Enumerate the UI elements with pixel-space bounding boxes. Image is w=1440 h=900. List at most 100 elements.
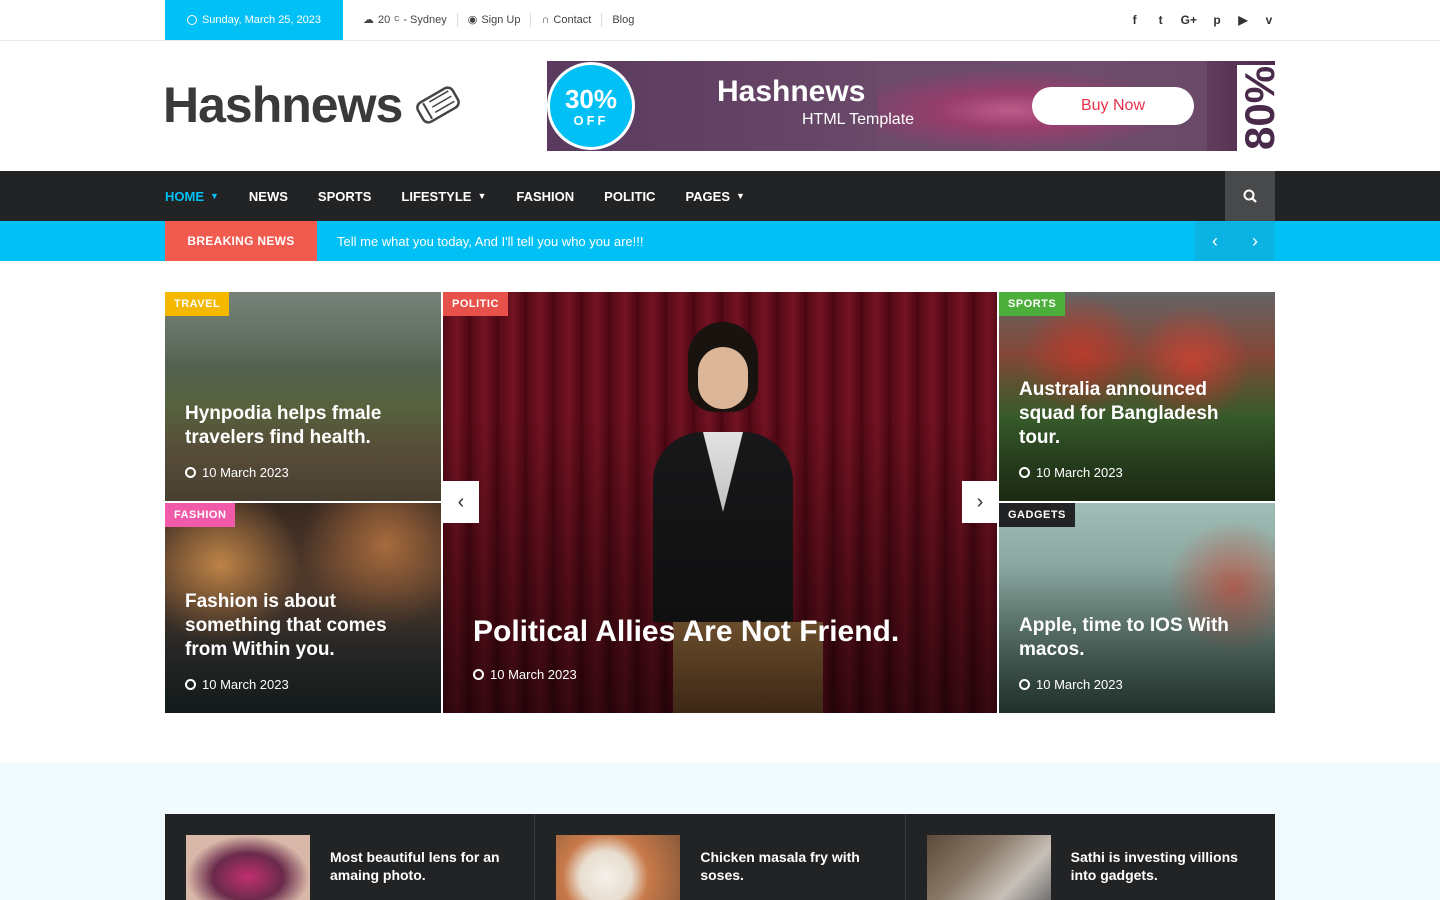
banner-subtitle: HTML Template (802, 111, 915, 128)
news-card-gadgets[interactable]: GADGETS Apple, time to IOS With macos. 1… (999, 503, 1275, 713)
card-title[interactable]: Hynpodia helps fmale travelers find heal… (185, 402, 415, 450)
category-tag[interactable]: FASHION (165, 503, 236, 527)
nav-label: NEWS (248, 188, 288, 204)
category-tag[interactable]: TRAVEL (165, 292, 230, 316)
nav-label: PAGES (685, 188, 731, 204)
top-bar: Sunday, March 25, 2023 ☁ 20 C - Sydney ◉ … (0, 0, 1440, 41)
nav-label: POLITIC (604, 188, 656, 204)
featured-strip: Most beautiful lens for an amaing photo.… (165, 814, 1275, 900)
news-card-fashion[interactable]: FASHION Fashion is about something that … (165, 503, 441, 713)
vimeo-icon[interactable]: v (1263, 13, 1275, 27)
news-card-travel[interactable]: TRAVEL Hynpodia helps fmale travelers fi… (165, 292, 441, 501)
featured-item[interactable]: Most beautiful lens for an amaing photo. (165, 814, 536, 900)
featured-section: Most beautiful lens for an amaing photo.… (0, 763, 1440, 900)
discount-percent: 30% (564, 83, 618, 114)
card-title[interactable]: Apple, time to IOS With macos. (1019, 614, 1249, 662)
featured-thumb[interactable] (556, 835, 681, 900)
featured-title[interactable]: Most beautiful lens for an amaing photo. (330, 848, 520, 884)
chevron-left-icon: ‹ (457, 490, 465, 513)
search-icon (1243, 189, 1257, 203)
card-date-text: 10 March 2023 (490, 667, 577, 682)
cloud-icon: ☁ (363, 14, 374, 26)
social-links: f t G+ p ▶ v (1129, 0, 1275, 40)
google-plus-icon[interactable]: G+ (1181, 13, 1197, 27)
chevron-right-icon: › (976, 490, 984, 513)
category-tag[interactable]: GADGETS (999, 503, 1075, 527)
card-date: 10 March 2023 (185, 465, 289, 480)
card-date-text: 10 March 2023 (1036, 677, 1123, 692)
clock-icon (1019, 679, 1030, 690)
user-icon: ◉ (467, 14, 478, 26)
discount-off: OFF (573, 112, 609, 128)
chevron-left-icon: ‹ (1212, 230, 1218, 251)
slider-next-button[interactable]: › (962, 481, 998, 523)
date-text: Sunday, March 25, 2023 (201, 14, 322, 26)
weather-temp: 20 (378, 14, 391, 26)
clock-icon (473, 669, 484, 680)
card-date: 10 March 2023 (1019, 677, 1123, 692)
breaking-text[interactable]: Tell me what you today, And I'll tell yo… (337, 221, 643, 261)
nav-item-news[interactable]: NEWS (249, 189, 288, 204)
card-title[interactable]: Fashion is about something that comes fr… (185, 590, 415, 662)
headset-icon: ∩ (541, 14, 550, 26)
nav-item-home[interactable]: HOME ▼ (165, 189, 219, 204)
logo-text: Hashnews (163, 77, 403, 133)
facebook-icon[interactable]: f (1129, 13, 1141, 27)
nav-label: FASHION (516, 188, 575, 204)
card-date: 10 March 2023 (473, 667, 577, 682)
category-tag[interactable]: POLITIC (443, 292, 508, 316)
nav-item-sports[interactable]: SPORTS (318, 189, 371, 204)
breaking-news-bar: BREAKING NEWS Tell me what you today, An… (0, 221, 1440, 261)
signup-link[interactable]: ◉ Sign Up (458, 13, 532, 27)
breaking-prev-button[interactable]: ‹ (1195, 221, 1235, 261)
category-tag[interactable]: SPORTS (999, 292, 1066, 316)
news-card-sports[interactable]: SPORTS Australia announced squad for Ban… (999, 292, 1275, 501)
newspaper-icon (416, 86, 461, 124)
signup-label: Sign Up (481, 14, 521, 26)
youtube-icon[interactable]: ▶ (1237, 13, 1249, 27)
featured-title[interactable]: Chicken masala fry with soses. (700, 848, 890, 884)
contact-link[interactable]: ∩ Contact (531, 13, 603, 27)
discount-badge: 30% OFF (547, 62, 635, 150)
card-date-text: 10 March 2023 (202, 677, 289, 692)
card-date-text: 10 March 2023 (1036, 465, 1123, 480)
chevron-down-icon: ▼ (210, 191, 219, 201)
news-card-politic[interactable]: POLITIC Political Allies Are Not Friend.… (443, 292, 997, 713)
featured-thumb[interactable] (186, 835, 310, 900)
top-links: ☁ 20 C - Sydney ◉ Sign Up ∩ Contact Blog (363, 0, 644, 40)
site-logo[interactable]: Hashnews (163, 76, 462, 134)
clock-icon (1019, 467, 1030, 478)
featured-item[interactable]: Sathi is investing villions into gadgets… (906, 814, 1275, 900)
card-date: 10 March 2023 (185, 677, 289, 692)
nav-item-lifestyle[interactable]: LIFESTYLE ▼ (401, 189, 486, 204)
card-title[interactable]: Political Allies Are Not Friend. (473, 614, 973, 650)
chevron-down-icon: ▼ (477, 191, 487, 201)
breaking-next-button[interactable]: › (1235, 221, 1275, 261)
nav-item-politic[interactable]: POLITIC (604, 189, 655, 204)
card-date: 10 March 2023 (1019, 465, 1123, 480)
pinterest-icon[interactable]: p (1211, 13, 1223, 27)
weather-widget: ☁ 20 C - Sydney (363, 13, 458, 27)
breaking-label: BREAKING NEWS (165, 221, 317, 261)
featured-item[interactable]: Chicken masala fry with soses. (535, 814, 906, 900)
slider-prev-button[interactable]: ‹ (443, 481, 479, 523)
weather-unit: C (394, 16, 400, 23)
blog-link[interactable]: Blog (602, 13, 644, 27)
ad-banner[interactable]: 30% OFF Hashnews HTML Template Buy Now 8… (547, 61, 1275, 151)
nav-item-fashion[interactable]: FASHION (516, 189, 574, 204)
banner-big-percent: 80% (1237, 65, 1275, 151)
card-title[interactable]: Australia announced squad for Bangladesh… (1019, 378, 1259, 450)
date-display: Sunday, March 25, 2023 (165, 0, 343, 40)
weather-location: - Sydney (403, 14, 447, 26)
featured-thumb[interactable] (926, 835, 1051, 900)
banner-title: Hashnews (717, 75, 866, 108)
clock-icon (186, 15, 197, 25)
search-button[interactable] (1225, 171, 1275, 221)
main-nav: HOME ▼ NEWS SPORTS LIFESTYLE ▼ FASHION P… (0, 171, 1440, 221)
featured-title[interactable]: Sathi is investing villions into gadgets… (1071, 848, 1261, 884)
card-date-text: 10 March 2023 (202, 465, 289, 480)
blog-label: Blog (612, 14, 635, 26)
nav-item-pages[interactable]: PAGES ▼ (685, 189, 744, 204)
twitter-icon[interactable]: t (1155, 13, 1167, 27)
buy-now-button[interactable]: Buy Now (1032, 87, 1194, 125)
